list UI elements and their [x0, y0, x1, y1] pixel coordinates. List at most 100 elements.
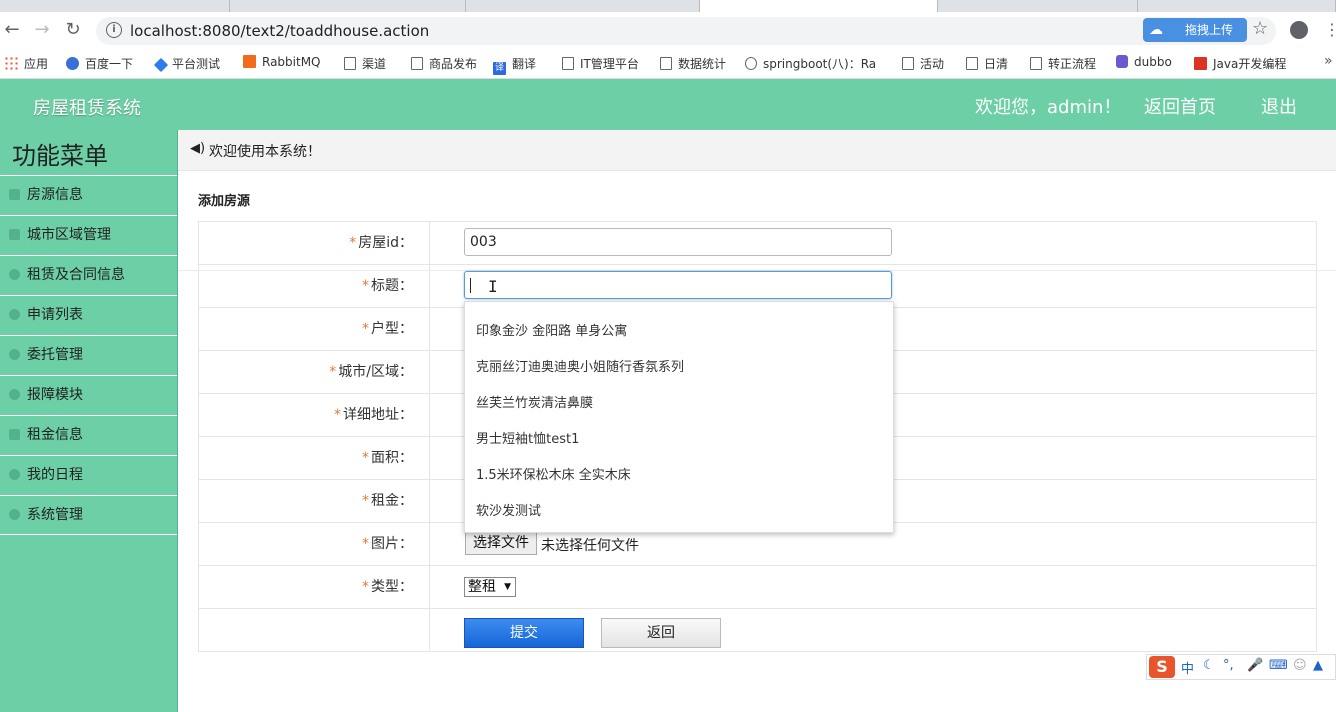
autocomplete-item[interactable]: 印象金沙 金阳路 单身公寓 — [476, 320, 627, 339]
sidebar-item-city-area[interactable]: 城市区域管理 — [0, 215, 177, 254]
ime-mode[interactable]: 中 — [1181, 658, 1194, 677]
upload-extension-button[interactable]: ☁ 拖拽上传 — [1143, 18, 1247, 42]
submit-button[interactable]: 提交 — [464, 618, 584, 648]
doc-icon — [9, 189, 20, 200]
keyboard-icon[interactable]: ⌨ — [1269, 658, 1288, 673]
field-label: * 房屋id： — [199, 222, 430, 264]
bookmarks-bar: 应用 百度一下 平台测试 RabbitMQ 渠道 商品发布 译翻译 IT管理平台… — [0, 48, 1336, 79]
apps-icon — [4, 56, 18, 70]
speaker-icon: ◀) — [190, 141, 206, 156]
info-icon[interactable]: i — [106, 22, 122, 38]
user-icon[interactable]: ☺ — [1293, 658, 1307, 673]
browser-tab[interactable] — [1138, 0, 1336, 12]
account-icon[interactable] — [1290, 21, 1308, 39]
field-label: * 租金： — [199, 480, 430, 522]
back-button[interactable]: 返回 — [601, 618, 721, 648]
field-label: * 面积： — [199, 437, 430, 479]
upload-label: 拖拽上传 — [1185, 23, 1234, 37]
bookmark-item[interactable]: Java开发编程 — [1194, 55, 1286, 72]
autocomplete-dropdown: 印象金沙 金阳路 单身公寓 克丽丝汀迪奥迪奥小姐随行香氛系列 丝芙兰竹炭清洁鼻膜… — [464, 301, 894, 533]
star-icon[interactable]: ☆ — [1252, 18, 1268, 39]
field-label: * 类型： — [199, 566, 430, 608]
browser-tab[interactable] — [938, 0, 1138, 12]
welcome-text: 欢迎使用本系统！ — [209, 144, 321, 160]
sidebar-item-house-info[interactable]: 房源信息 — [0, 175, 177, 214]
bookmark-item[interactable]: RabbitMQ — [243, 55, 321, 69]
sogou-logo-icon: S — [1149, 656, 1175, 678]
bookmark-item[interactable]: 百度一下 — [66, 55, 133, 72]
sidebar-item-applications[interactable]: 申请列表 — [0, 295, 177, 334]
bookmark-item[interactable]: 渠道 — [344, 55, 386, 72]
back-arrow-icon[interactable]: ← — [0, 18, 24, 42]
chevron-down-icon: ▼ — [504, 582, 511, 592]
gear-icon — [9, 509, 20, 520]
menu-icon[interactable]: ⋮ — [1324, 20, 1336, 39]
autocomplete-item[interactable]: 软沙发测试 — [476, 500, 541, 519]
microphone-icon[interactable]: 🎤 — [1247, 658, 1263, 673]
forward-arrow-icon[interactable]: → — [30, 18, 54, 42]
page-icon — [1030, 57, 1042, 70]
house-id-input[interactable]: 003 — [464, 228, 892, 256]
form-row-actions — [199, 609, 1316, 651]
field-label: * 标题： — [199, 265, 430, 307]
autocomplete-item[interactable]: 男士短袖t恤test1 — [476, 428, 579, 447]
browser-tab-active[interactable] — [700, 0, 938, 12]
dubbo-icon — [1116, 55, 1128, 68]
bookmark-item[interactable]: dubbo — [1116, 55, 1172, 69]
app-header: 房屋租赁系统 欢迎您，admin！ 返回首页 退出 — [0, 79, 1336, 130]
autocomplete-item[interactable]: 1.5米环保松木床 全实木床 — [476, 464, 631, 483]
autocomplete-item[interactable]: 克丽丝汀迪奥迪奥小姐随行香氛系列 — [476, 356, 684, 375]
bookmark-item[interactable]: 平台测试 — [153, 55, 220, 73]
browser-tab[interactable] — [230, 0, 466, 12]
choose-file-button[interactable]: 选择文件 — [465, 532, 537, 555]
sidebar-item-entrust[interactable]: 委托管理 — [0, 335, 177, 374]
ibeam-cursor-icon: I — [488, 277, 498, 296]
bookmarks-overflow-icon[interactable]: » — [1324, 53, 1333, 69]
bookmark-item[interactable]: springboot(八)：Ra — [745, 55, 876, 72]
bookmark-item[interactable]: IT管理平台 — [562, 55, 639, 72]
page-icon — [344, 57, 356, 70]
bookmark-apps[interactable]: 应用 — [4, 55, 48, 72]
ime-toolbar[interactable]: S 中 ☾ °, 🎤 ⌨ ☺ ▲ — [1146, 654, 1336, 680]
bookmark-item[interactable]: 译翻译 — [493, 55, 536, 75]
field-label: * 图片： — [199, 523, 430, 565]
cloud-icon: ☁ — [1149, 22, 1163, 38]
bookmark-item[interactable]: 日清 — [966, 55, 1008, 72]
home-link[interactable]: 返回首页 — [1144, 93, 1216, 119]
welcome-user: 欢迎您，admin！ — [975, 97, 1122, 118]
sidebar-item-lease-contract[interactable]: 租赁及合同信息 — [0, 255, 177, 294]
translate-icon: 译 — [493, 62, 506, 75]
address-bar[interactable]: i localhost:8080/text2/toaddhouse.action — [96, 17, 1276, 45]
browser-tab-strip — [0, 0, 1336, 12]
page-icon — [902, 57, 914, 70]
welcome-bar: ◀) 欢迎使用本系统！ — [178, 130, 1336, 171]
sidebar-item-rent-info[interactable]: 租金信息 — [0, 415, 177, 454]
type-select[interactable]: 整租 ▼ — [464, 577, 516, 597]
reload-icon[interactable]: ↻ — [61, 18, 85, 42]
gear-icon — [9, 349, 20, 360]
sidebar-item-schedule[interactable]: 我的日程 — [0, 455, 177, 494]
text-caret — [470, 278, 471, 293]
punctuation-icon[interactable]: °, — [1223, 658, 1234, 673]
gear-icon — [9, 469, 20, 480]
logout-link[interactable]: 退出 — [1261, 93, 1297, 119]
doc-icon — [9, 229, 20, 240]
field-label: * 详细地址： — [199, 394, 430, 436]
title-input[interactable] — [464, 271, 892, 299]
sidebar-item-system[interactable]: 系统管理 — [0, 495, 177, 534]
bookmark-item[interactable]: 转正流程 — [1030, 55, 1096, 72]
bookmark-item[interactable]: 活动 — [902, 55, 944, 72]
autocomplete-item[interactable]: 丝芙兰竹炭清洁鼻膜 — [476, 392, 593, 411]
bookmark-item[interactable]: 数据统计 — [660, 55, 726, 72]
baidu-icon — [66, 57, 79, 70]
browser-tab[interactable] — [466, 0, 700, 12]
form-row-type: * 类型： — [199, 566, 1316, 609]
shirt-icon[interactable]: ▲ — [1313, 658, 1323, 673]
browser-tab[interactable] — [0, 0, 230, 12]
bookmark-item[interactable]: 商品发布 — [411, 55, 477, 72]
app-title: 房屋租赁系统 — [33, 98, 141, 119]
url-text[interactable]: localhost:8080/text2/toaddhouse.action — [130, 22, 429, 40]
doc-icon — [9, 429, 20, 440]
moon-icon[interactable]: ☾ — [1203, 658, 1215, 673]
sidebar-item-fault-report[interactable]: 报障模块 — [0, 375, 177, 414]
